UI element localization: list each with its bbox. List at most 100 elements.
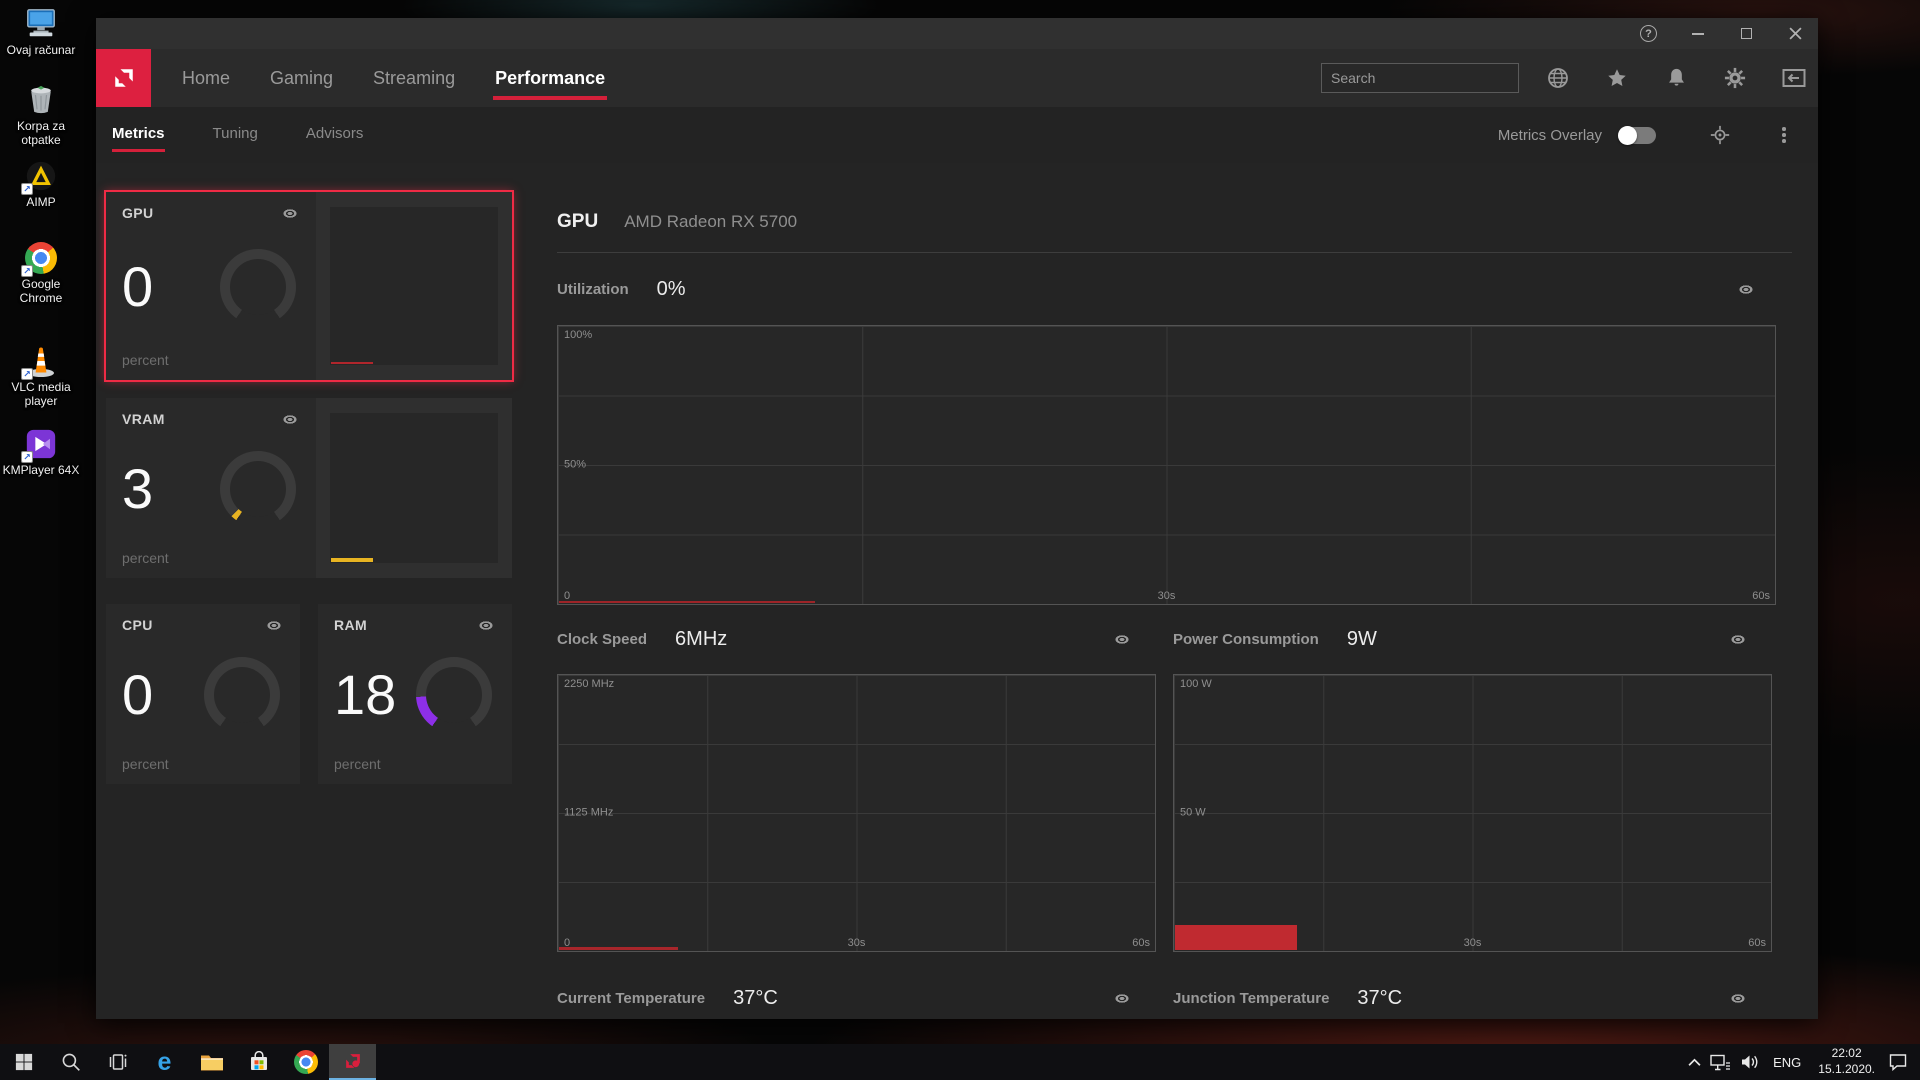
gpu-metric-card[interactable]: GPU 0 percent bbox=[106, 192, 512, 380]
vram-usage-value: 3 bbox=[122, 461, 153, 517]
sampling-button[interactable] bbox=[1708, 123, 1732, 147]
desktop-icon-label: Ovaj računar bbox=[7, 44, 76, 58]
favorites-button[interactable] bbox=[1605, 66, 1629, 90]
desktop-icon-aimp[interactable]: AIMP bbox=[0, 158, 82, 210]
tray-clock[interactable]: 22:02 15.1.2020. bbox=[1814, 1046, 1879, 1077]
window-titlebar: ? bbox=[96, 18, 1818, 49]
minimize-icon bbox=[1692, 33, 1704, 35]
search-input[interactable] bbox=[1331, 70, 1512, 86]
junction-temperature-label: Junction Temperature bbox=[1173, 990, 1329, 1007]
axis-tick: 60s bbox=[1752, 590, 1770, 602]
card-title: VRAM bbox=[122, 411, 165, 427]
taskbar-search-button[interactable] bbox=[47, 1044, 94, 1080]
tray-time: 22:02 bbox=[1818, 1046, 1875, 1062]
metrics-overlay-toggle[interactable] bbox=[1618, 127, 1656, 144]
radeon-taskbar-button[interactable] bbox=[329, 1044, 376, 1080]
language-indicator[interactable]: ENG bbox=[1769, 1055, 1805, 1070]
search-box[interactable] bbox=[1321, 63, 1519, 93]
metrics-content: GPU 0 percent bbox=[96, 192, 1818, 1019]
gpu-usage-value: 0 bbox=[122, 259, 153, 315]
card-unit: percent bbox=[122, 352, 300, 368]
axis-tick: 100 W bbox=[1180, 678, 1212, 690]
desktop-icon-this-pc[interactable]: Ovaj računar bbox=[0, 6, 82, 58]
axis-tick: 60s bbox=[1748, 937, 1766, 949]
axis-tick: 30s bbox=[1158, 590, 1176, 602]
tab-streaming[interactable]: Streaming bbox=[358, 49, 470, 107]
system-tray: ENG 22:02 15.1.2020. bbox=[1688, 1044, 1920, 1080]
power-trace bbox=[1175, 925, 1297, 950]
help-icon: ? bbox=[1640, 25, 1657, 42]
network-button[interactable] bbox=[1710, 1054, 1731, 1071]
amd-arrow-icon bbox=[110, 64, 138, 92]
power-consumption-chart: 100 W 50 W 0 30s 60s bbox=[1173, 674, 1772, 952]
visibility-eye-icon[interactable] bbox=[1112, 633, 1132, 646]
chrome-taskbar-button[interactable] bbox=[282, 1044, 329, 1080]
help-button[interactable]: ? bbox=[1640, 25, 1657, 42]
desktop-icon-chrome[interactable]: Google Chrome bbox=[0, 240, 82, 306]
amd-logo[interactable] bbox=[96, 49, 151, 107]
maximize-icon bbox=[1741, 28, 1752, 39]
kebab-menu-icon[interactable] bbox=[1774, 124, 1794, 146]
vram-metric-card[interactable]: VRAM 3 percent bbox=[106, 398, 512, 578]
settings-button[interactable] bbox=[1723, 66, 1747, 90]
desktop-icon-vlc[interactable]: VLC media player bbox=[0, 343, 82, 409]
ram-usage-value: 18 bbox=[334, 667, 396, 723]
tray-chevron-button[interactable] bbox=[1688, 1058, 1701, 1067]
vram-sparkline-panel bbox=[316, 398, 512, 578]
store-button[interactable] bbox=[235, 1044, 282, 1080]
minimize-button[interactable] bbox=[1689, 25, 1706, 42]
task-view-icon bbox=[108, 1052, 128, 1072]
globe-button[interactable] bbox=[1546, 66, 1570, 90]
task-view-button[interactable] bbox=[94, 1044, 141, 1080]
action-center-button[interactable] bbox=[1888, 1053, 1908, 1071]
maximize-button[interactable] bbox=[1738, 25, 1755, 42]
visibility-eye-icon[interactable] bbox=[280, 207, 300, 220]
close-icon bbox=[1789, 27, 1802, 40]
tab-performance[interactable]: Performance bbox=[480, 49, 620, 107]
radeon-software-window: ? Home Gaming bbox=[96, 18, 1818, 1019]
tab-gaming[interactable]: Gaming bbox=[255, 49, 348, 107]
visibility-eye-icon[interactable] bbox=[476, 619, 496, 632]
utilization-trace bbox=[559, 601, 815, 603]
metric-cards-panel: GPU 0 percent bbox=[106, 192, 512, 1019]
store-icon bbox=[248, 1051, 270, 1073]
power-label: Power Consumption bbox=[1173, 631, 1319, 648]
visibility-eye-icon[interactable] bbox=[264, 619, 284, 632]
tab-home[interactable]: Home bbox=[167, 49, 245, 107]
dock-panel-button[interactable] bbox=[1782, 66, 1806, 90]
file-explorer-button[interactable] bbox=[188, 1044, 235, 1080]
volume-icon bbox=[1740, 1054, 1760, 1070]
cpu-metric-card[interactable]: CPU 0 percent bbox=[106, 604, 300, 784]
tab-tuning[interactable]: Tuning bbox=[213, 119, 258, 152]
globe-icon bbox=[1547, 67, 1569, 89]
volume-button[interactable] bbox=[1740, 1054, 1760, 1070]
tab-advisors[interactable]: Advisors bbox=[306, 119, 364, 152]
notifications-button[interactable] bbox=[1664, 66, 1688, 90]
tab-metrics[interactable]: Metrics bbox=[112, 119, 165, 152]
visibility-eye-icon[interactable] bbox=[1112, 992, 1132, 1005]
dock-panel-icon bbox=[1782, 68, 1806, 88]
action-center-icon bbox=[1888, 1053, 1908, 1071]
edge-button[interactable]: e bbox=[141, 1044, 188, 1080]
gpu-sparkline bbox=[330, 207, 498, 365]
cpu-gauge bbox=[204, 657, 280, 733]
secondary-charts: Clock Speed 6MHz 2250 MHz 1125 MHz 0 30s… bbox=[557, 605, 1772, 952]
desktop-icon-recycle-bin[interactable]: Korpa za otpatke bbox=[0, 82, 82, 148]
visibility-eye-icon[interactable] bbox=[1728, 992, 1748, 1005]
visibility-eye-icon[interactable] bbox=[280, 413, 300, 426]
shortcut-arrow-icon bbox=[21, 265, 33, 277]
card-title: RAM bbox=[334, 617, 367, 633]
ram-metric-card[interactable]: RAM 18 percent bbox=[318, 604, 512, 784]
desktop-icon-label: Korpa za otpatke bbox=[4, 120, 78, 148]
desktop-icon-kmplayer[interactable]: KMPlayer 64X bbox=[0, 426, 82, 478]
visibility-eye-icon[interactable] bbox=[1728, 633, 1748, 646]
bell-icon bbox=[1666, 67, 1687, 89]
aimp-icon bbox=[22, 158, 60, 194]
visibility-eye-icon[interactable] bbox=[1736, 283, 1756, 296]
performance-subnav: Metrics Tuning Advisors Metrics Overlay bbox=[96, 107, 1818, 163]
start-button[interactable] bbox=[0, 1044, 47, 1080]
close-button[interactable] bbox=[1787, 25, 1804, 42]
edge-icon: e bbox=[158, 1050, 172, 1075]
gpu-gauge bbox=[220, 249, 296, 325]
power-value: 9W bbox=[1347, 628, 1377, 651]
